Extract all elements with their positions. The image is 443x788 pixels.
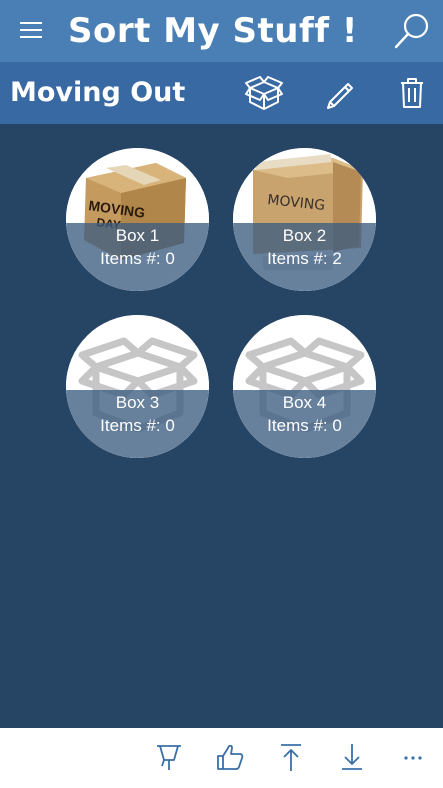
box-item-count: Items #: 2 xyxy=(267,249,342,268)
app-title: Sort My Stuff ! xyxy=(68,11,358,51)
pencil-icon[interactable] xyxy=(320,74,360,112)
category-title: Moving Out xyxy=(10,77,186,108)
top-bar: Sort My Stuff ! xyxy=(0,0,443,62)
pin-icon[interactable] xyxy=(154,742,184,772)
bottom-app-bar xyxy=(0,728,443,788)
download-icon[interactable] xyxy=(337,742,367,772)
box-tile[interactable]: Box 3 Items #: 0 xyxy=(66,315,209,458)
box-item-count: Items #: 0 xyxy=(100,416,175,435)
box-tile[interactable]: Box 4 Items #: 0 xyxy=(233,315,376,458)
box-name: Box 1 xyxy=(115,226,160,245)
trash-icon[interactable] xyxy=(392,74,432,112)
box-item-count: Items #: 0 xyxy=(100,249,175,268)
box-tile[interactable]: MOVING Box 2 Items #: 2 xyxy=(233,148,376,291)
more-icon[interactable] xyxy=(400,742,430,772)
thumbs-up-icon[interactable] xyxy=(215,742,245,772)
box-tile[interactable]: MOVING DAY Box 1 Items #: 0 xyxy=(66,148,209,291)
upload-icon[interactable] xyxy=(276,742,306,772)
category-bar: Moving Out xyxy=(0,62,443,124)
hamburger-icon[interactable] xyxy=(20,22,42,38)
box-icon[interactable] xyxy=(244,74,284,112)
box-name: Box 3 xyxy=(115,393,160,412)
search-icon[interactable] xyxy=(393,12,431,50)
box-item-count: Items #: 0 xyxy=(267,416,342,435)
box-name: Box 2 xyxy=(282,226,327,245)
box-name: Box 4 xyxy=(282,393,327,412)
